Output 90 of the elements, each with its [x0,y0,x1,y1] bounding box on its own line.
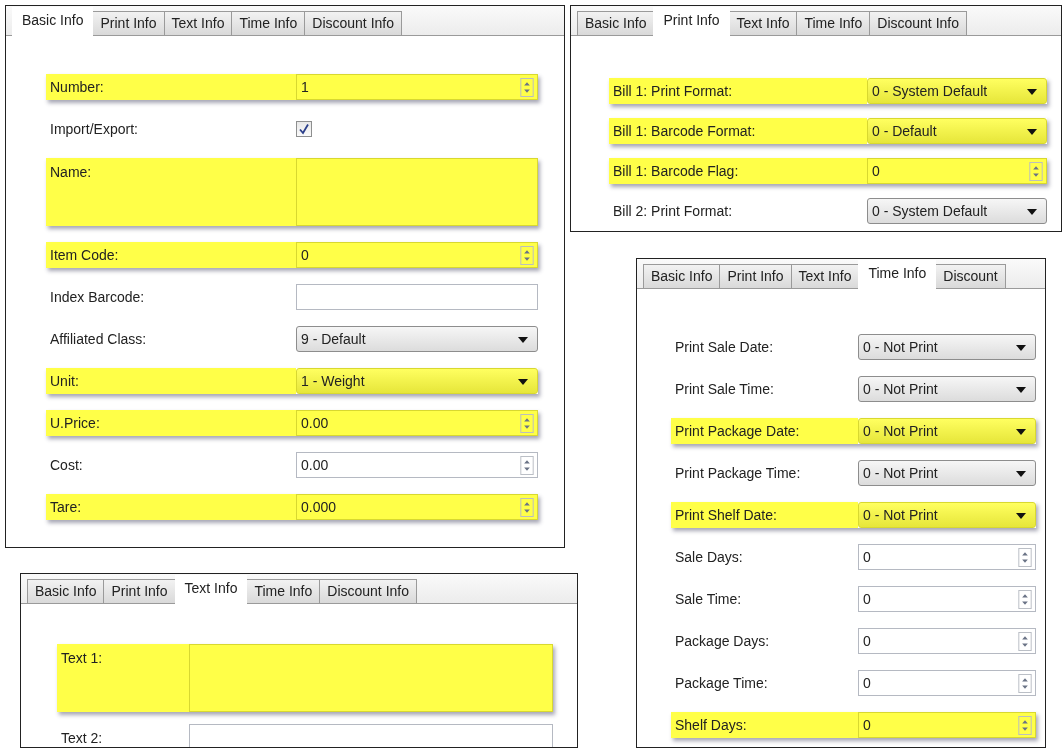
spinner-icon[interactable] [1018,632,1032,651]
field-label: Affiliated Class: [49,330,148,349]
field-label: Number: [46,74,296,100]
tab[interactable]: Discount Info [869,11,967,35]
field-label: Sale Days: [674,548,744,567]
field-label: Tare: [46,494,296,520]
dropdown[interactable]: 0 - Not Print [858,502,1036,528]
tab[interactable]: Print Info [719,264,792,288]
dropdown[interactable]: 0 - Not Print [858,334,1036,360]
caret-icon [1027,89,1037,95]
field-label: Import/Export: [49,120,139,139]
spin-field[interactable]: 0 [867,158,1047,184]
field-label: Print Sale Time: [674,380,775,399]
tab[interactable]: Time Info [858,260,937,289]
tab[interactable]: Text Info [174,575,248,604]
spinner-icon[interactable] [1018,590,1032,609]
field-label: Print Sale Date: [674,338,775,357]
caret-icon [1016,471,1026,477]
spin-field[interactable]: 0 [858,586,1036,612]
tab[interactable]: Print Info [653,7,730,36]
text-field[interactable] [296,284,538,310]
dropdown[interactable]: 9 - Default [296,326,538,352]
field-label: Print Shelf Date: [671,502,858,528]
tab[interactable]: Time Info [796,11,871,35]
caret-icon [1027,209,1037,215]
tab[interactable]: Basic Info [643,264,721,288]
field-label: Cost: [49,456,84,475]
spinner-icon[interactable] [520,456,534,475]
caret-icon [1016,387,1026,393]
field-label: Shelf Days: [671,712,858,738]
field-label: Name: [46,158,296,226]
spin-field[interactable]: 0 [858,670,1036,696]
spinner-icon[interactable] [520,498,534,517]
caret-icon [1027,129,1037,135]
dropdown[interactable]: 0 - System Default [867,198,1047,224]
field-label: Index Barcode: [49,288,146,307]
spin-field[interactable]: 0 [858,628,1036,654]
caret-icon [518,337,528,343]
field-label: U.Price: [46,410,296,436]
dropdown[interactable]: 0 - Default [867,118,1047,144]
spinner-icon[interactable] [1018,716,1032,735]
dropdown[interactable]: 0 - Not Print [858,418,1036,444]
dropdown[interactable]: 1 - Weight [296,368,538,394]
field-label: Print Package Time: [674,464,802,483]
tab[interactable]: Discount Info [304,11,402,35]
dropdown[interactable]: 0 - Not Print [858,376,1036,402]
tab[interactable]: Basic Info [577,11,655,35]
tab[interactable]: Print Info [92,11,165,35]
caret-icon [1016,429,1026,435]
spinner-icon[interactable] [1029,162,1043,181]
tab[interactable]: Time Info [246,579,321,603]
field-label: Bill 1: Barcode Format: [609,118,867,144]
dropdown[interactable]: 0 - System Default [867,78,1047,104]
field-label: Bill 1: Barcode Flag: [609,158,867,184]
spinner-icon[interactable] [520,78,534,97]
tab[interactable]: Text Info [163,11,233,35]
spin-field[interactable]: 0 [296,242,538,268]
spin-field[interactable]: 1 [296,74,538,100]
spinner-icon[interactable] [1018,674,1032,693]
field-label: Package Time: [674,674,769,693]
spin-field[interactable]: 0.00 [296,410,538,436]
dropdown[interactable]: 0 - Not Print [858,460,1036,486]
field-label: Print Package Date: [671,418,858,444]
field-label: Bill 1: Print Format: [609,78,867,104]
tab[interactable]: Basic Info [27,579,105,603]
field-label: Bill 2: Print Format: [612,202,734,221]
field-label: Item Code: [46,242,296,268]
tab[interactable]: Discount [935,264,1006,288]
spin-field[interactable]: 0.000 [296,494,538,520]
tab[interactable]: Text Info [790,264,860,288]
tab[interactable]: Print Info [103,579,176,603]
tab[interactable]: Basic Info [12,7,94,36]
spinner-icon[interactable] [520,414,534,433]
spin-field[interactable]: 0 [858,544,1036,570]
spinner-icon[interactable] [520,246,534,265]
tab[interactable]: Text Info [728,11,798,35]
field-label: Text 2: [60,729,104,747]
field-label: Package Days: [674,632,771,651]
field-label: Sale Time: [674,590,743,609]
caret-icon [1016,345,1026,351]
field-label: Text 1: [57,644,189,712]
caret-icon [518,379,528,385]
spin-field[interactable]: 0 [858,712,1036,738]
spinner-icon[interactable] [1018,548,1032,567]
caret-icon [1016,513,1026,519]
tab[interactable]: Discount Info [319,579,417,603]
checkbox[interactable] [296,121,312,137]
field-label: Unit: [46,368,296,394]
tab[interactable]: Time Info [231,11,306,35]
spin-field[interactable]: 0.00 [296,452,538,478]
